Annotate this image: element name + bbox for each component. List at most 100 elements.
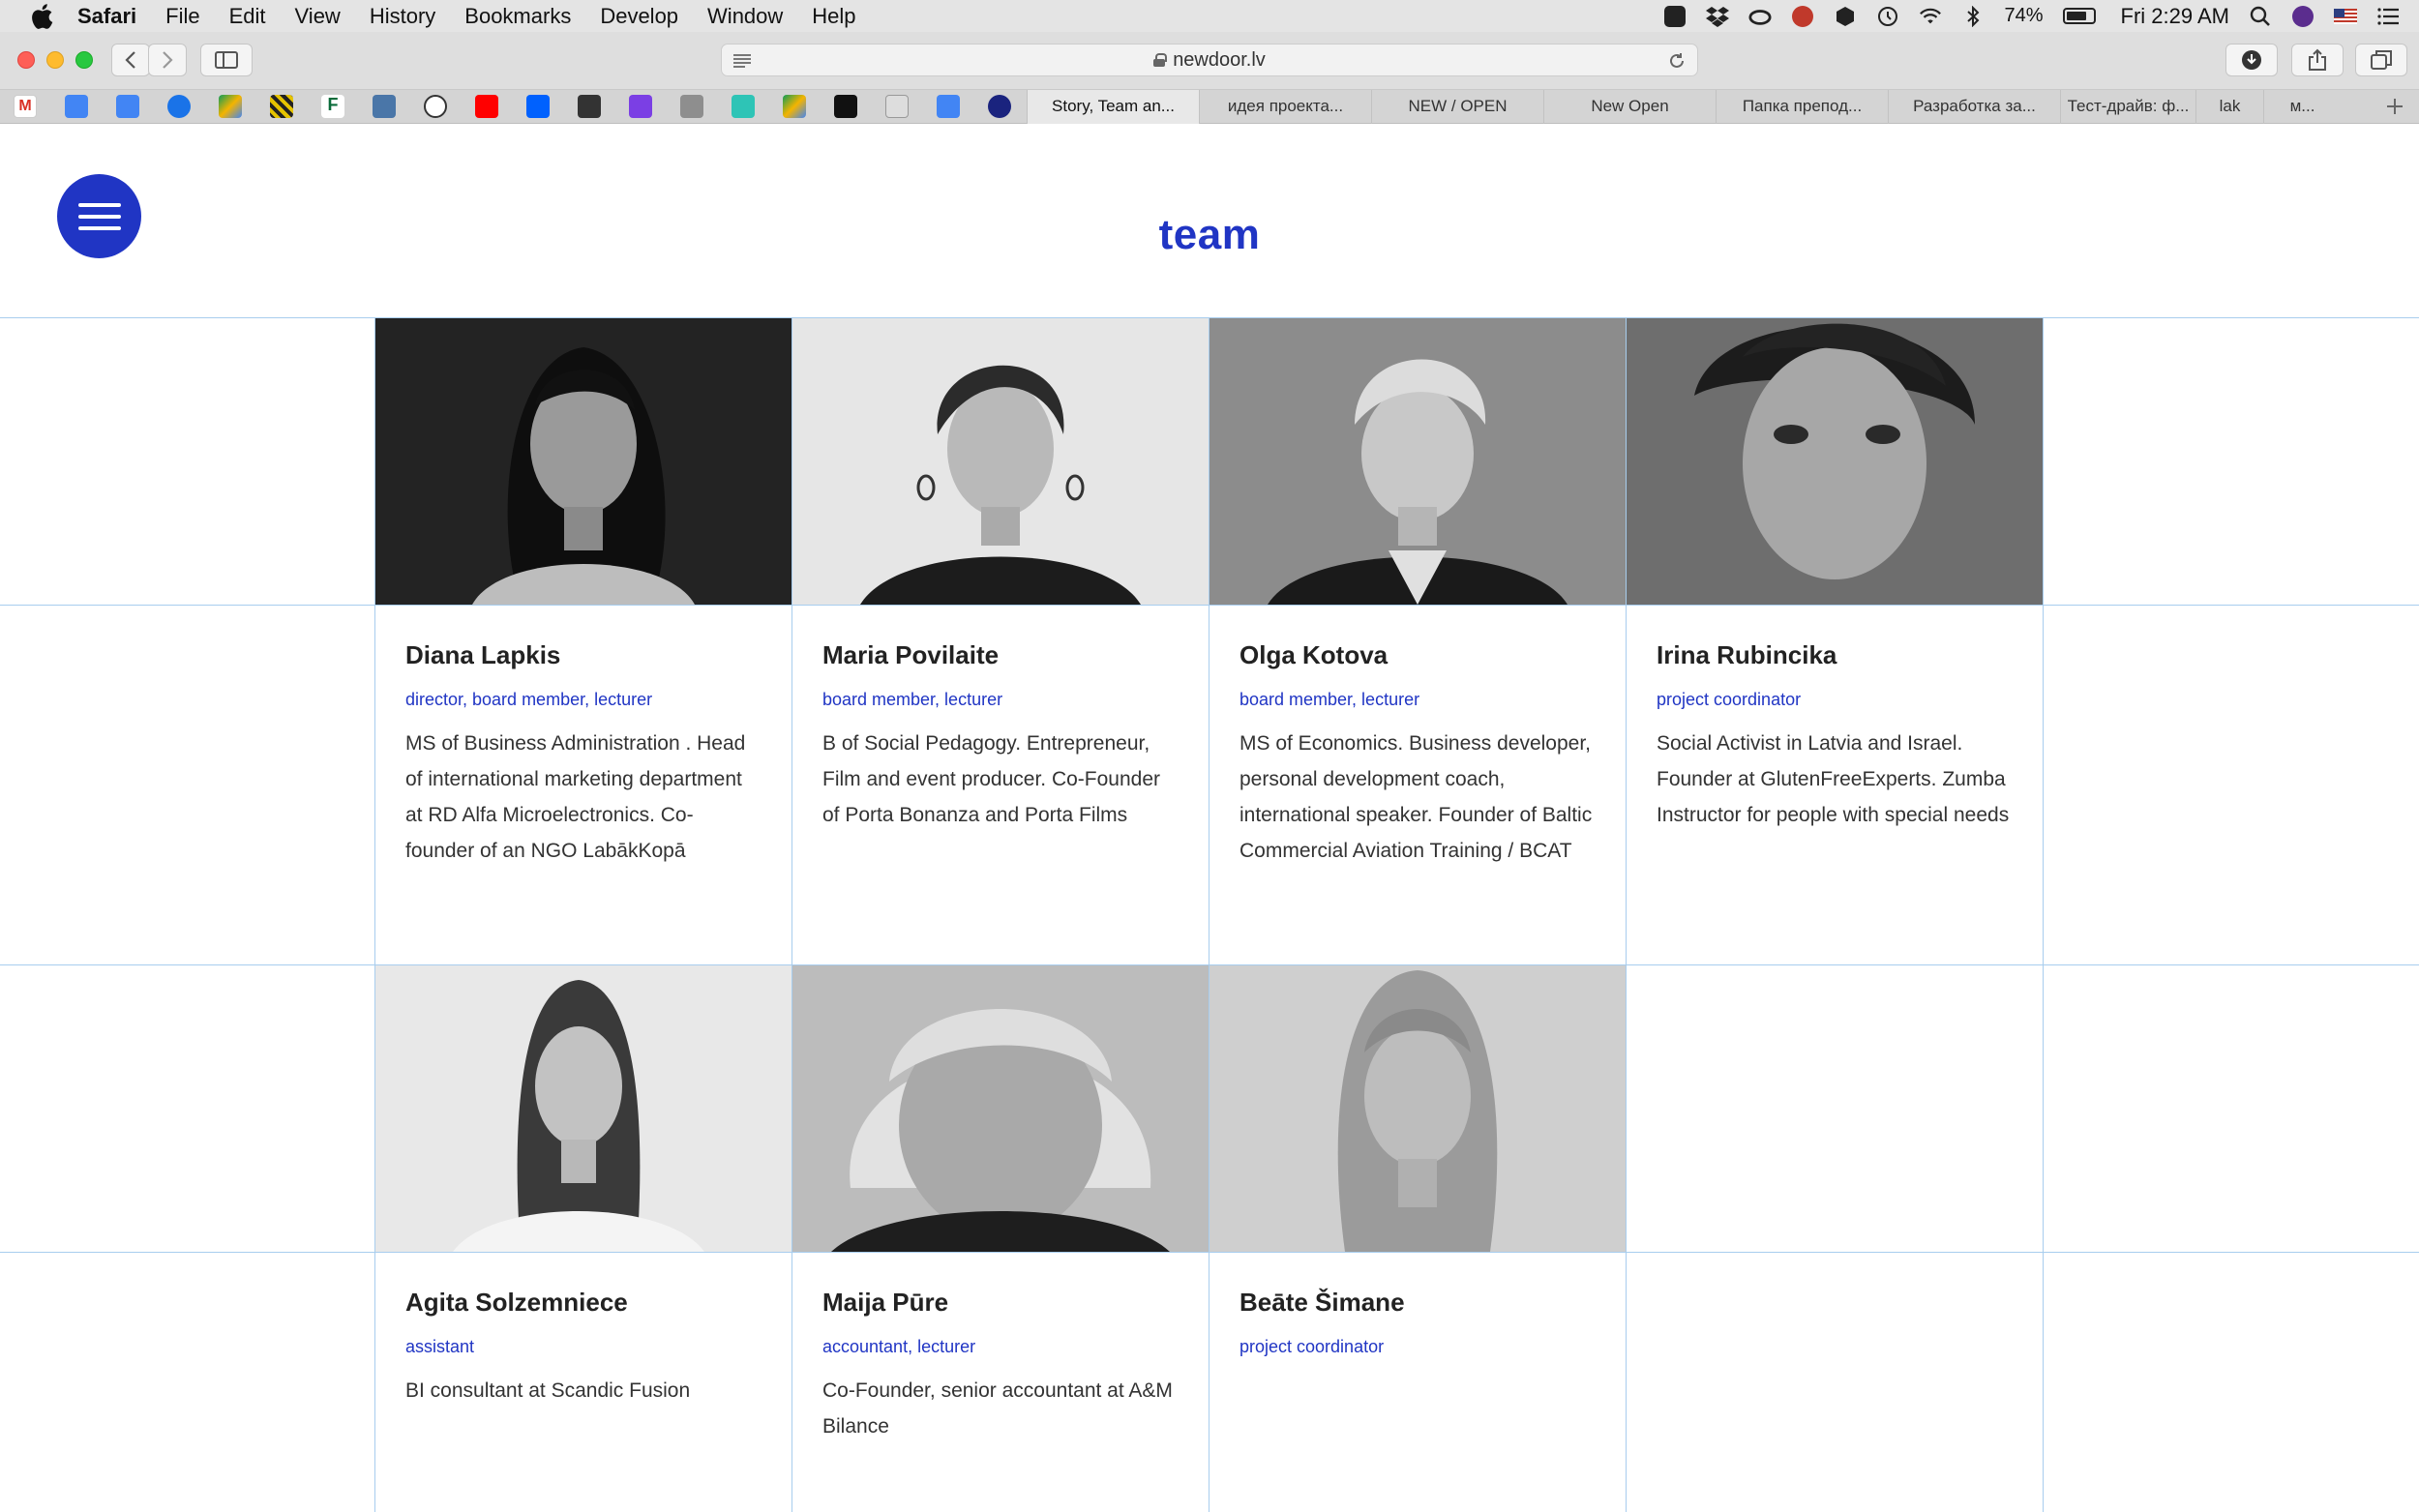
siri-icon[interactable] <box>2291 5 2314 28</box>
member-photo <box>1627 318 2043 605</box>
member-name: Agita Solzemniece <box>405 1288 628 1317</box>
bluetooth-icon[interactable] <box>1961 5 1985 28</box>
member-role: board member, lecturer <box>822 690 1003 709</box>
menu-window[interactable]: Window <box>707 4 783 29</box>
browser-toolbar: newdoor.lv <box>0 32 2419 90</box>
member-bio: Social Activist in Latvia and Israel. Fo… <box>1657 732 2010 826</box>
notification-center-icon[interactable] <box>2376 5 2400 28</box>
dark-bookmark-icon[interactable] <box>578 95 601 118</box>
teal-bookmark-icon[interactable] <box>732 95 755 118</box>
tab-m[interactable]: м... <box>2263 89 2341 124</box>
striped-bookmark-icon[interactable] <box>270 95 293 118</box>
downloads-button[interactable] <box>2225 44 2278 76</box>
team-member-card: Irina Rubincika project coordinator Soci… <box>1627 606 2043 833</box>
address-bar[interactable]: newdoor.lv <box>721 44 1698 76</box>
youtube-icon[interactable] <box>475 95 498 118</box>
typo-icon[interactable] <box>424 95 447 118</box>
new-tab-button[interactable] <box>2380 92 2409 121</box>
tab-lak[interactable]: lak <box>2195 89 2263 124</box>
tab-idea[interactable]: идея проекта... <box>1199 89 1371 124</box>
dropbox-icon[interactable] <box>1706 5 1730 28</box>
member-name: Maija Pūre <box>822 1288 949 1317</box>
gmail-icon[interactable]: M <box>14 95 37 118</box>
show-tabs-button[interactable] <box>2355 44 2407 76</box>
team-member-card: Beāte Šimane project coordinator <box>1210 1253 1626 1373</box>
back-button[interactable] <box>111 44 150 76</box>
google-drive-icon[interactable] <box>219 95 242 118</box>
member-name: Olga Kotova <box>1239 640 1389 669</box>
apple-icon[interactable] <box>27 2 56 31</box>
black-bookmark-icon[interactable] <box>834 95 857 118</box>
lock-icon <box>1153 53 1168 67</box>
team-member-card: Maria Povilaite board member, lecturer B… <box>792 606 1209 833</box>
creative-cloud-icon[interactable] <box>1748 5 1773 28</box>
ru-bookmark-icon[interactable] <box>988 95 1011 118</box>
sidebar-toggle-button[interactable] <box>200 44 253 76</box>
no-bookmark-icon[interactable] <box>885 95 909 118</box>
google-docs-2-icon[interactable] <box>937 95 960 118</box>
member-photo <box>1210 965 1626 1252</box>
letter-l-icon[interactable] <box>680 95 703 118</box>
share-icon <box>2309 48 2326 71</box>
tab-story-team[interactable]: Story, Team an... <box>1027 89 1199 124</box>
dropbox-bookmark-icon[interactable] <box>526 95 550 118</box>
menu-edit[interactable]: Edit <box>229 4 266 29</box>
medium-icon[interactable] <box>629 95 652 118</box>
menu-app-name[interactable]: Safari <box>77 4 136 29</box>
app-cube-icon[interactable] <box>1834 5 1857 28</box>
chevron-left-icon <box>125 51 135 69</box>
menu-develop[interactable]: Develop <box>600 4 678 29</box>
member-bio: MS of Economics. Business developer, per… <box>1239 732 1593 862</box>
vk-icon[interactable] <box>373 95 396 118</box>
reader-view-icon[interactable] <box>732 53 753 69</box>
calendar-icon[interactable] <box>65 95 88 118</box>
battery-icon[interactable] <box>2062 8 2096 24</box>
member-role: accountant, lecturer <box>822 1337 976 1356</box>
member-role: project coordinator <box>1239 1337 1385 1356</box>
status-app-icon[interactable] <box>1663 5 1687 28</box>
menu-history[interactable]: History <box>370 4 435 29</box>
notification-app-icon[interactable] <box>1791 5 1814 28</box>
member-name: Irina Rubincika <box>1657 640 1837 669</box>
team-member-card: Maija Pūre accountant, lecturer Co-Found… <box>792 1253 1209 1444</box>
address-url: newdoor.lv <box>1173 48 1266 71</box>
member-photo <box>792 965 1209 1252</box>
tab-test-drive[interactable]: Тест-драйв: ф... <box>2060 89 2195 124</box>
forward-button[interactable] <box>148 44 187 76</box>
member-bio: B of Social Pedagogy. Entrepreneur, Film… <box>822 732 1161 826</box>
tab-new-open[interactable]: NEW / OPEN <box>1371 89 1543 124</box>
zoom-window-button[interactable] <box>75 51 93 69</box>
member-photo <box>375 318 791 605</box>
input-language-flag-icon[interactable] <box>2334 5 2357 28</box>
grid-line <box>2043 317 2044 1512</box>
tab-development[interactable]: Разработка за... <box>1888 89 2060 124</box>
google-drive-2-icon[interactable] <box>783 95 806 118</box>
time-machine-icon[interactable] <box>1876 5 1899 28</box>
menubar-clock[interactable]: Fri 2:29 AM <box>2121 4 2229 29</box>
wifi-icon[interactable] <box>1919 5 1942 28</box>
battery-percent: 74% <box>2004 5 2044 26</box>
google-docs-icon[interactable] <box>116 95 139 118</box>
tab-new-open-2[interactable]: New Open <box>1543 89 1716 124</box>
plus-icon <box>2387 99 2403 114</box>
member-role: director, board member, lecturer <box>405 690 653 709</box>
messenger-icon[interactable] <box>167 95 191 118</box>
member-role: assistant <box>405 1337 475 1356</box>
reload-icon[interactable] <box>1668 52 1686 70</box>
menu-view[interactable]: View <box>295 4 341 29</box>
hamburger-line <box>77 202 121 207</box>
web-page: team Diana Lapkis director, board member… <box>0 124 2419 1512</box>
menu-help[interactable]: Help <box>812 4 855 29</box>
chevron-right-icon <box>163 51 173 69</box>
download-icon <box>2242 50 2261 70</box>
close-window-button[interactable] <box>17 51 35 69</box>
menu-bookmarks[interactable]: Bookmarks <box>464 4 571 29</box>
member-bio: Co-Founder, senior accountant at A&M Bil… <box>822 1379 1173 1438</box>
minimize-window-button[interactable] <box>46 51 64 69</box>
spotlight-search-icon[interactable] <box>2249 5 2272 28</box>
menu-file[interactable]: File <box>165 4 199 29</box>
feedly-icon[interactable]: F <box>321 95 344 118</box>
share-button[interactable] <box>2291 44 2344 76</box>
member-role: board member, lecturer <box>1239 690 1420 709</box>
tab-folder[interactable]: Папка препод... <box>1716 89 1888 124</box>
